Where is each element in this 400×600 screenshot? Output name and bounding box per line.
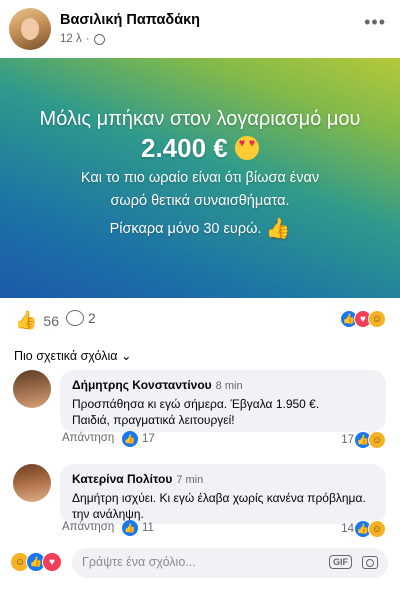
comment-header: Κατερίνα Πολίτου 7 min: [72, 470, 374, 488]
comment-composer: ☺ 👍 ♥ Γράψτε ένα σχόλιο... GIF: [0, 540, 400, 600]
post-meta: 12 λ ·: [60, 33, 105, 45]
like-icon: 👍: [122, 520, 138, 536]
comment-input[interactable]: Γράψτε ένα σχόλιο... GIF: [72, 548, 388, 578]
gif-button[interactable]: GIF: [329, 555, 352, 569]
banner-line-3: Και το πιο ωραίο είναι ότι βίωσα έναν: [80, 170, 320, 186]
comment-like-count[interactable]: 👍 17: [122, 431, 155, 447]
comment-icon: [66, 310, 84, 326]
post-header: Βασιλική Παπαδάκη 12 λ · •••: [0, 0, 400, 58]
post-time[interactable]: 12 λ: [60, 33, 82, 45]
banner-amount-line: 2.400 €: [0, 133, 400, 164]
post-banner: Μόλις μπήκαν στον λογαριασμό μου 2.400 €…: [0, 58, 400, 298]
reply-button[interactable]: Απάντηση: [62, 432, 114, 444]
heart-eyes-emoji-icon: [234, 136, 259, 160]
post-stats: 👍 56 2 👍 ♥ ☺: [0, 298, 400, 340]
reactions-summary[interactable]: 👍 ♥ ☺: [340, 310, 386, 328]
like-icon: 👍: [122, 431, 138, 447]
author-name[interactable]: Βασιλική Παπαδάκη: [60, 12, 200, 28]
comments-count: 2: [88, 310, 96, 326]
banner-line-1: Μόλις μπήκαν στον λογαριασμό μου: [39, 108, 361, 130]
comment-like-count[interactable]: 👍 11: [122, 520, 154, 536]
comment-time: 8 min: [215, 380, 243, 392]
more-options-icon[interactable]: •••: [364, 12, 386, 33]
meta-dot: ·: [85, 33, 90, 45]
reply-button[interactable]: Απάντηση: [62, 521, 114, 533]
comment-like-number: 17: [142, 433, 155, 445]
commenter-name[interactable]: Κατερίνα Πολίτου: [72, 472, 172, 486]
like-icon: 👍: [15, 310, 38, 330]
haha-reaction-icon: ☺: [368, 310, 386, 328]
likes-count: 56: [43, 312, 59, 329]
comment-reaction-number: 14: [341, 523, 354, 535]
comment-header: Δήμητρης Κονσταντίνου 8 min: [72, 376, 374, 394]
love-reaction-icon: ♥: [42, 552, 62, 572]
banner-line-5-text: Ρίσκαρα μόνο 30 ευρώ.: [109, 221, 262, 237]
haha-reaction-icon: ☺: [368, 520, 386, 538]
author-avatar[interactable]: [9, 8, 51, 50]
sort-label: Πιο σχετικά σχόλια: [14, 349, 118, 363]
commenter-avatar[interactable]: [13, 464, 51, 502]
comment-placeholder: Γράψτε ένα σχόλιο...: [82, 555, 196, 569]
likes-stat[interactable]: 👍 56: [15, 310, 59, 331]
comment-reactions[interactable]: 17 👍 ☺: [341, 431, 386, 449]
comment-time: 7 min: [176, 474, 204, 486]
chevron-down-icon: ⌄: [120, 349, 132, 363]
commenter-name[interactable]: Δήμητρης Κονσταντίνου: [72, 378, 212, 392]
globe-icon: [93, 33, 105, 45]
comment-reaction-number: 17: [341, 434, 354, 446]
comment-text-line-1: Προσπάθησα κι εγώ σήμερα. Έβγαλα 1.950 €…: [72, 397, 320, 411]
comments-stat[interactable]: 2: [66, 310, 96, 326]
reaction-picker[interactable]: ☺ 👍 ♥: [10, 552, 62, 572]
comment-bubble: Κατερίνα Πολίτου 7 min Δημήτρη ισχύει. Κι…: [60, 464, 386, 524]
banner-line-4: σωρό θετικά συναισθήματα.: [110, 193, 290, 209]
camera-icon[interactable]: [362, 556, 378, 569]
comment-sort-dropdown[interactable]: Πιο σχετικά σχόλια ⌄: [14, 348, 131, 363]
comment-text-line-1: Δημήτρη ισχύει. Κι εγώ έλαβα χωρίς κανέν…: [72, 491, 366, 505]
banner-line-5: Ρίσκαρα μόνο 30 ευρώ. 👍: [0, 216, 400, 241]
thumbs-up-emoji-icon: 👍: [265, 218, 291, 240]
comment-bubble: Δήμητρης Κονσταντίνου 8 min Προσπάθησα κι…: [60, 370, 386, 432]
commenter-avatar[interactable]: [13, 370, 51, 408]
banner-amount: 2.400 €: [141, 133, 228, 163]
haha-reaction-icon: ☺: [368, 431, 386, 449]
comment-like-number: 11: [142, 522, 154, 534]
comment-text-line-2: την ανάληψη.: [72, 507, 144, 521]
comment-text-line-2: Παιδιά, πραγματικά λειτουργεί!: [72, 413, 235, 427]
comment-reactions[interactable]: 14 👍 ☺: [341, 520, 386, 538]
